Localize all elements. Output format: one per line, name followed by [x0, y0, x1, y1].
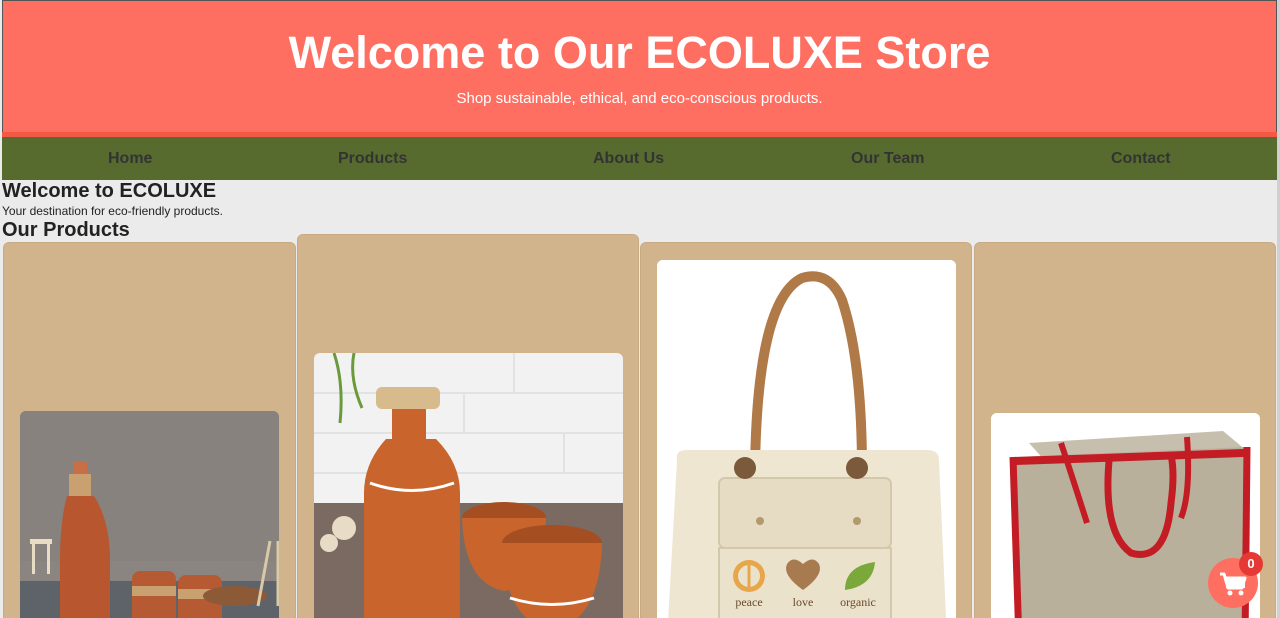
products-heading: Our Products — [2, 219, 130, 241]
product-image[interactable] — [314, 353, 623, 618]
svg-text:organic: organic — [840, 595, 876, 609]
site-title: Welcome to Our ECOLUXE Store — [288, 27, 991, 78]
terracotta-bottle-and-cups-photo — [20, 411, 279, 618]
svg-text:peace: peace — [735, 595, 762, 609]
product-card[interactable]: peace love organic — [640, 242, 972, 618]
terracotta-bottle-with-cork-photo — [314, 353, 623, 618]
product-card[interactable] — [3, 242, 296, 618]
product-card[interactable] — [297, 234, 639, 618]
cart-count-badge: 0 — [1239, 552, 1263, 576]
main-nav: Home Products About Us Our Team Contact — [2, 137, 1277, 180]
canvas-tote-bag-photo: peace love organic — [657, 260, 956, 618]
site-header: Welcome to Our ECOLUXE Store Shop sustai… — [2, 0, 1277, 132]
product-image[interactable] — [20, 411, 279, 618]
intro-heading: Welcome to ECOLUXE — [2, 180, 217, 202]
intro-text: Your destination for eco-friendly produc… — [2, 204, 224, 218]
nav-about-link[interactable]: About Us — [593, 149, 664, 168]
product-image[interactable]: peace love organic — [657, 260, 956, 618]
nav-team-link[interactable]: Our Team — [851, 149, 925, 168]
site-tagline: Shop sustainable, ethical, and eco-consc… — [456, 90, 823, 107]
page: Welcome to Our ECOLUXE Store Shop sustai… — [0, 0, 1280, 618]
nav-home-link[interactable]: Home — [108, 149, 152, 168]
svg-text:love: love — [793, 595, 814, 609]
nav-products-link[interactable]: Products — [338, 149, 407, 168]
nav-contact-link[interactable]: Contact — [1111, 149, 1171, 168]
